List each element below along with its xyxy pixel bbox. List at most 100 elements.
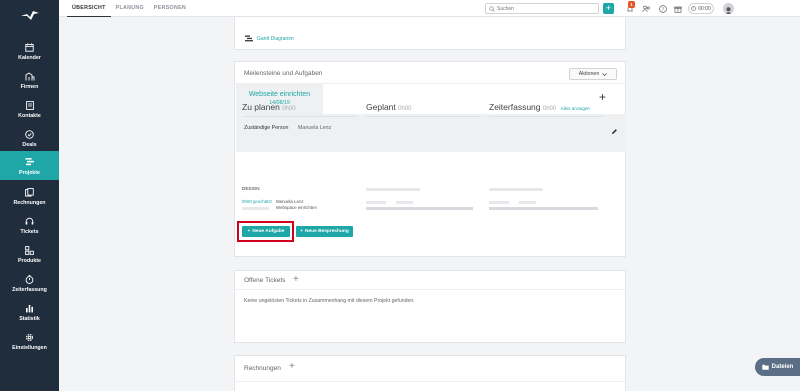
placeholder-bar — [366, 201, 386, 204]
timer-widget[interactable]: 00:00 — [688, 3, 714, 14]
quick-add-button[interactable]: + — [603, 3, 614, 14]
bar-chart-icon — [25, 302, 34, 314]
files-button[interactable]: Dateien — [755, 358, 800, 376]
headset-icon — [25, 215, 34, 227]
folder-icon — [761, 364, 769, 370]
actions-dropdown[interactable]: Aktionen — [569, 68, 617, 80]
tab-uebersicht[interactable]: ÜBERSICHT — [67, 0, 111, 17]
placeholder-bar — [489, 207, 598, 210]
files-label: Dateien — [771, 364, 794, 370]
new-task-label: Neue Aufgabe — [252, 229, 285, 234]
column-title: Zu planen — [242, 102, 280, 112]
sidebar-item-produkte[interactable]: Produkte — [0, 240, 59, 268]
chevron-down-icon — [602, 72, 608, 76]
sidebar-item-label: Produkte — [18, 258, 41, 264]
sidebar-item-kontakte[interactable]: Kontakte — [0, 95, 59, 123]
task-person: Manuela Lenz — [276, 199, 304, 204]
invoices-title: Rechnungen — [244, 365, 281, 372]
project-tabs: ÜBERSICHT PLANUNG PERSONEN — [67, 0, 191, 17]
sidebar-item-kalender[interactable]: Kalender — [0, 37, 59, 65]
milestone-name: Webseite einrichten — [248, 91, 311, 98]
sidebar-item-projekte[interactable]: Projekte — [0, 151, 59, 180]
responsible-label: Zuständige Person — [244, 125, 289, 131]
tab-personen[interactable]: PERSONEN — [149, 0, 191, 17]
column-time: 0h00 — [398, 106, 412, 112]
group-label: DESIGN — [242, 186, 260, 191]
bird-logo-icon[interactable] — [0, 0, 59, 30]
column-title: Geplant — [366, 102, 396, 112]
invoices-header: Rechnungen + — [235, 356, 625, 382]
tickets-empty-text: Keine ungelösten Tickets in Zusammenhang… — [244, 298, 415, 304]
contact-card-icon — [25, 99, 34, 111]
clock-icon — [691, 6, 697, 11]
help-icon[interactable]: ? — [657, 3, 668, 14]
tickets-header: Offene Tickets + — [235, 271, 625, 290]
placeholder-bar — [396, 201, 413, 204]
gift-icon[interactable] — [672, 3, 683, 14]
sidebar-item-label: Einstellungen — [12, 345, 47, 351]
timer-value: 00:00 — [698, 5, 711, 12]
tickets-card: Offene Tickets + Keine ungelösten Ticket… — [234, 270, 626, 343]
sidebar-item-label: Statistik — [19, 316, 40, 322]
sidebar: Kalender Firmen Kontakte Deals Projekte … — [0, 0, 59, 391]
task-estimate: 0h00 geschätzt — [242, 199, 272, 204]
placeholder-bar — [489, 188, 543, 191]
sidebar-item-einstellungen[interactable]: Einstellungen — [0, 327, 59, 355]
sidebar-item-zeiterfassung[interactable]: Zeiterfassung — [0, 269, 59, 297]
sidebar-item-label: Projekte — [19, 169, 40, 176]
tab-planung[interactable]: PLANUNG — [111, 0, 149, 17]
buildings-icon — [25, 70, 35, 82]
sidebar-item-tickets[interactable]: Tickets — [0, 211, 59, 239]
column-time: 0h00 — [282, 106, 296, 112]
pencil-icon[interactable] — [611, 128, 618, 135]
show-all-link[interactable]: Alles anzeigen — [561, 106, 590, 111]
invoices-card: Rechnungen + — [234, 355, 626, 391]
search-box[interactable] — [485, 3, 599, 14]
new-task-button[interactable]: + Neue Aufgabe — [242, 226, 290, 237]
gear-icon — [25, 331, 34, 343]
sidebar-item-firmen[interactable]: Firmen — [0, 66, 59, 94]
placeholder-bar — [519, 201, 536, 204]
column-zeiterfassung: Zeiterfassung 0h00 Alles anzeigen — [489, 102, 604, 117]
team-icon[interactable] — [641, 3, 652, 14]
avatar[interactable] — [723, 3, 734, 14]
sidebar-item-label: Tickets — [20, 229, 39, 235]
invoice-icon — [25, 186, 34, 198]
gantt-link[interactable]: Gantt Diagramm — [245, 35, 294, 42]
milestone-details: Zuständige Person Manuela Lenz — [236, 114, 626, 152]
new-meeting-button[interactable]: + Neue Besprechung — [296, 226, 353, 237]
placeholder-bar — [366, 207, 473, 210]
target-icon — [25, 128, 34, 140]
placeholder-bar — [242, 207, 269, 210]
plus-icon: + — [300, 229, 304, 234]
column-time: 0h00 — [542, 106, 557, 112]
tickets-title: Offene Tickets — [244, 277, 286, 284]
search-icon — [489, 6, 495, 12]
gantt-card: Gantt Diagramm — [234, 16, 626, 50]
sidebar-item-label: Deals — [22, 142, 37, 148]
placeholder-bar — [366, 188, 420, 191]
sidebar-item-label: Rechnungen — [13, 200, 46, 206]
milestones-title: Meilensteine und Aufgaben — [244, 70, 323, 77]
sidebar-item-label: Firmen — [20, 84, 39, 90]
add-invoice-button[interactable]: + — [289, 361, 295, 372]
new-meeting-label: Neue Besprechung — [305, 229, 349, 234]
milestones-header: Meilensteine und Aufgaben Aktionen — [235, 62, 625, 84]
actions-label: Aktionen — [578, 71, 600, 77]
sidebar-item-statistik[interactable]: Statistik — [0, 298, 59, 326]
sidebar-item-rechnungen[interactable]: Rechnungen — [0, 182, 59, 210]
task-name[interactable]: Webspace einrichten — [276, 205, 317, 210]
add-ticket-button[interactable]: + — [293, 274, 299, 285]
gantt-link-label: Gantt Diagramm — [257, 35, 294, 42]
sidebar-item-label: Kontakte — [18, 113, 41, 119]
sidebar-item-deals[interactable]: Deals — [0, 124, 59, 152]
calendar-icon — [25, 41, 34, 53]
search-input[interactable] — [497, 5, 595, 12]
responsible-value: Manuela Lenz — [298, 125, 332, 131]
products-icon — [25, 244, 34, 256]
projects-icon — [25, 156, 35, 168]
gantt-icon — [245, 35, 253, 42]
svg-text:?: ? — [661, 6, 664, 11]
plus-icon: + — [247, 229, 251, 234]
sidebar-item-label: Kalender — [18, 55, 41, 61]
